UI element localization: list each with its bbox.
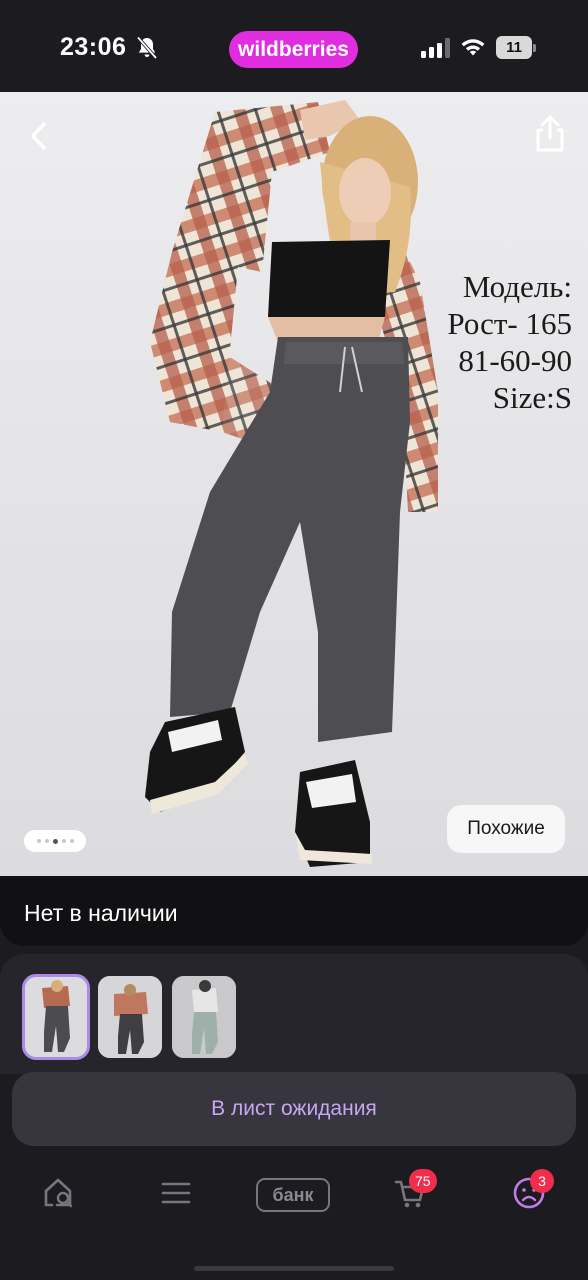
overlay-line: 81-60-90 bbox=[458, 343, 572, 378]
availability-card: Нет в наличии bbox=[0, 876, 588, 946]
overlay-line: Рост- 165 bbox=[447, 306, 572, 341]
size-info-overlay: Модель: Рост- 165 81-60-90 Size:S bbox=[447, 268, 572, 416]
product-image bbox=[145, 100, 438, 867]
status-bar: 23:06 wildberries 11 bbox=[0, 0, 588, 92]
thumbnail-strip bbox=[0, 954, 588, 1074]
signal-icon bbox=[421, 38, 450, 58]
pagination-dot bbox=[44, 839, 49, 843]
status-time: 23:06 bbox=[60, 33, 127, 61]
battery-level: 11 bbox=[496, 36, 532, 59]
pagination-dot bbox=[52, 838, 58, 844]
chevron-left-icon[interactable] bbox=[22, 116, 56, 156]
add-to-waitlist-button[interactable]: В лист ожидания bbox=[12, 1072, 576, 1146]
overlay-line: Модель: bbox=[462, 269, 572, 304]
cart-count-badge: 75 bbox=[409, 1169, 437, 1193]
product-photo[interactable]: Модель: Рост- 165 81-60-90 Size:S Похожи… bbox=[0, 92, 588, 876]
pagination-dot bbox=[36, 839, 41, 843]
bank-icon[interactable]: банк bbox=[256, 1178, 330, 1212]
bottom-nav: банк bbox=[0, 1150, 588, 1280]
battery-icon: 11 bbox=[496, 36, 536, 59]
overlay-line: Size:S bbox=[492, 380, 572, 415]
menu-icon[interactable] bbox=[160, 1176, 192, 1210]
thumbnail-2[interactable] bbox=[98, 976, 162, 1058]
bell-slash-icon bbox=[136, 36, 158, 60]
similar-button[interactable]: Похожие bbox=[447, 805, 565, 853]
notification-badge: 3 bbox=[530, 1169, 554, 1193]
thumbnail-3[interactable] bbox=[172, 976, 236, 1058]
out-of-stock-label: Нет в наличии bbox=[24, 900, 178, 926]
gallery-pagination bbox=[24, 830, 86, 852]
thumbnail-1[interactable] bbox=[22, 974, 90, 1060]
pagination-dot bbox=[69, 839, 74, 843]
wifi-icon bbox=[461, 39, 485, 56]
home-search-icon[interactable] bbox=[42, 1176, 76, 1210]
share-icon[interactable] bbox=[532, 114, 568, 154]
home-indicator bbox=[194, 1266, 394, 1271]
brand-logo[interactable]: wildberries bbox=[229, 31, 358, 68]
pagination-dot bbox=[61, 839, 66, 843]
